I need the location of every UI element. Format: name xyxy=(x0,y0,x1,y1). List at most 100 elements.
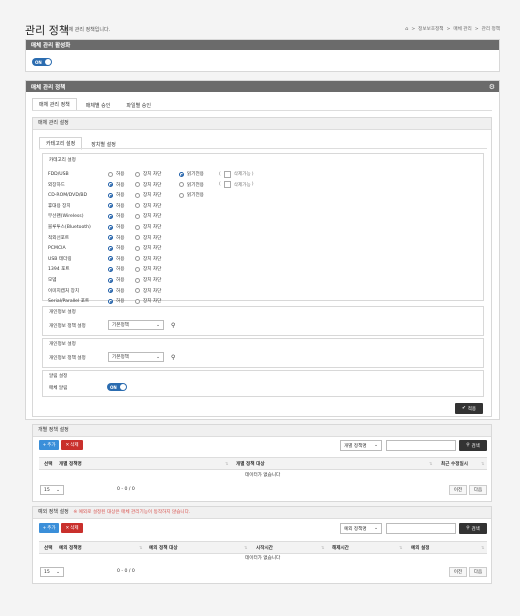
device-name: CD-ROM/DVD/BD xyxy=(48,192,88,198)
radio-block[interactable]: 장치 차단 xyxy=(135,235,179,241)
col-exception-target[interactable]: 예외 정책 대상 xyxy=(149,545,178,551)
radio-icon xyxy=(108,203,113,209)
delete-allowed-option[interactable]: (삭제가능) xyxy=(219,181,254,189)
radio-allow[interactable]: 허용 xyxy=(108,213,135,219)
exception-search-input[interactable] xyxy=(386,523,456,534)
individual-next-button[interactable]: 다음 xyxy=(469,485,487,495)
radio-icon xyxy=(108,213,113,219)
search-icon[interactable]: ⚲ xyxy=(171,354,175,361)
radio-block[interactable]: 장치 차단 xyxy=(135,277,179,283)
exception-next-button[interactable]: 다음 xyxy=(469,567,487,577)
radio-allow[interactable]: 허용 xyxy=(108,288,135,294)
radio-readonly[interactable]: 읽기전용 xyxy=(179,171,219,177)
radio-allow[interactable]: 허용 xyxy=(108,224,135,230)
tab-media-approval[interactable]: 매체별 승인 xyxy=(78,98,118,111)
privacy-policy-select[interactable]: 기본정책 ⌄ xyxy=(108,320,164,330)
radio-allow[interactable]: 허용 xyxy=(108,192,135,198)
device-row: CD-ROM/DVD/BD 허용 장치 차단 읽기전용 xyxy=(48,190,308,200)
radio-block[interactable]: 장치 차단 xyxy=(135,192,179,198)
apply-button[interactable]: ✔ 적용 xyxy=(455,403,483,414)
device-row: 적외선포트 허용 장치 차단 xyxy=(48,233,308,243)
breadcrumb-item[interactable]: 정보보호정책 xyxy=(418,26,443,32)
radio-icon xyxy=(135,288,140,294)
radio-allow[interactable]: 허용 xyxy=(108,235,135,241)
individual-search-input[interactable] xyxy=(386,440,456,451)
exception-search-button[interactable]: ⚲ 검색 xyxy=(459,523,487,534)
add-individual-button[interactable]: + 추가 xyxy=(39,440,59,450)
col-end-time[interactable]: 해제시간 xyxy=(332,545,349,551)
device-row: 휴대용 장치 허용 장치 차단 xyxy=(48,201,308,211)
col-policy-name[interactable]: 개별 정책명 xyxy=(59,461,82,467)
radio-block[interactable]: 장치 차단 xyxy=(135,213,179,219)
chevron-down-icon: ⌄ xyxy=(156,354,160,360)
plus-icon: + xyxy=(42,525,47,531)
radio-icon xyxy=(108,256,113,262)
privacy-label: 개인정보 정책 설정 xyxy=(49,324,86,329)
checkbox[interactable] xyxy=(223,181,231,189)
radio-allow[interactable]: 허용 xyxy=(108,245,135,251)
radio-icon xyxy=(108,266,113,272)
radio-allow[interactable]: 허용 xyxy=(108,182,135,188)
search-icon[interactable]: ⚲ xyxy=(171,322,175,329)
add-exception-button[interactable]: + 추가 xyxy=(39,523,59,533)
radio-block[interactable]: 장치 차단 xyxy=(135,288,179,294)
breadcrumb-item[interactable]: 매체 관리 xyxy=(453,26,471,32)
radio-block[interactable]: 장치 차단 xyxy=(135,256,179,262)
device-name: 모뎀 xyxy=(48,278,57,283)
delete-exception-button[interactable]: ✕ 삭제 xyxy=(61,523,83,533)
col-policy-target[interactable]: 개별 정책 대상 xyxy=(236,461,265,467)
radio-icon xyxy=(108,245,113,251)
individual-prev-button[interactable]: 이전 xyxy=(449,485,467,495)
privacy-title: 개인정보 설정 xyxy=(49,310,76,315)
policy-header: 매체 관리 정책 ⚙ xyxy=(26,81,499,92)
radio-readonly[interactable]: 읽기전용 xyxy=(179,182,219,188)
exception-table-header: 선택 예외 정책명 ⇅ 예외 정책 대상 ⇅ 시작시간 ⇅ 해제시간 ⇅ 예외 … xyxy=(39,541,487,554)
radio-block[interactable]: 장치 차단 xyxy=(135,266,179,272)
delete-individual-button[interactable]: ✕ 삭제 xyxy=(61,440,83,450)
privacy-policy-select[interactable]: 기본정책 ⌄ xyxy=(108,352,164,362)
alert-title: 알림 설정 xyxy=(49,374,68,379)
exception-prev-button[interactable]: 이전 xyxy=(449,567,467,577)
col-start-time[interactable]: 시작시간 xyxy=(256,545,273,551)
radio-icon xyxy=(135,213,140,219)
close-icon: ✕ xyxy=(65,442,70,448)
alert-toggle[interactable]: ON xyxy=(107,383,127,391)
device-row: 블루투스(Bluetooth) 허용 장치 차단 xyxy=(48,222,308,232)
radio-allow[interactable]: 허용 xyxy=(108,203,135,209)
device-name: 1394 포트 xyxy=(48,267,70,273)
radio-block[interactable]: 장치 차단 xyxy=(135,203,179,209)
activation-toggle[interactable]: ON xyxy=(32,58,52,66)
device-row: 1394 포트 허용 장치 차단 xyxy=(48,264,308,274)
radio-allow[interactable]: 허용 xyxy=(108,171,135,177)
radio-block[interactable]: 장치 차단 xyxy=(135,224,179,230)
breadcrumb-item: 관리 정책 xyxy=(481,27,500,32)
individual-filter-select[interactable]: 개별 정책명 ⌄ xyxy=(340,440,382,451)
col-exception-name[interactable]: 예외 정책명 xyxy=(59,545,82,551)
radio-allow[interactable]: 허용 xyxy=(108,256,135,262)
col-modified[interactable]: 최근 수정일시 xyxy=(441,461,468,467)
radio-block[interactable]: 장치 차단 xyxy=(135,245,179,251)
device-name: 외장하드 xyxy=(48,182,65,188)
radio-block[interactable]: 장치 차단 xyxy=(135,182,179,188)
checkbox[interactable] xyxy=(223,170,231,178)
close-icon: ✕ xyxy=(65,525,70,531)
exception-filter-select[interactable]: 예외 정책명 ⌄ xyxy=(340,523,382,534)
individual-search-button[interactable]: ⚲ 검색 xyxy=(459,440,487,451)
radio-readonly[interactable]: 읽기전용 xyxy=(179,192,219,198)
tab-file-approval[interactable]: 파일별 승인 xyxy=(119,98,158,111)
exception-page-size[interactable]: 15 ⌄ xyxy=(40,567,64,577)
radio-allow[interactable]: 허용 xyxy=(108,277,135,283)
radio-block[interactable]: 장치 차단 xyxy=(135,171,179,177)
radio-icon xyxy=(108,277,113,283)
individual-page-size[interactable]: 15 ⌄ xyxy=(40,485,64,495)
radio-block[interactable]: 장치 차단 xyxy=(135,298,179,304)
device-name: 이미지캡처 장치 xyxy=(48,288,80,294)
delete-allowed-option[interactable]: (삭제가능) xyxy=(219,170,254,178)
device-row: 무선랜(Wireless) 허용 장치 차단 xyxy=(48,211,308,221)
radio-allow[interactable]: 허용 xyxy=(108,298,135,304)
exception-empty: 데이터가 없습니다 xyxy=(245,556,281,561)
gear-icon[interactable]: ⚙ xyxy=(489,83,495,91)
radio-allow[interactable]: 허용 xyxy=(108,266,135,272)
home-icon[interactable]: ⌂ xyxy=(405,26,408,32)
col-exception-setting[interactable]: 예외 설정 xyxy=(411,545,430,551)
